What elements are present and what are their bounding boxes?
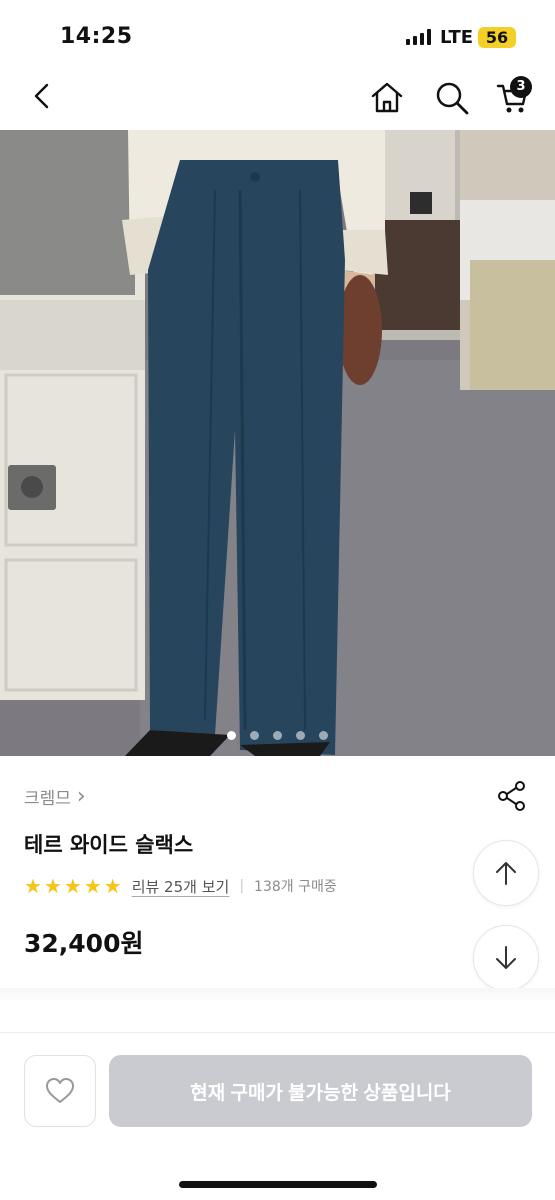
gallery-dot[interactable] — [319, 731, 328, 740]
search-icon[interactable] — [434, 80, 470, 116]
separator: | — [239, 878, 245, 894]
buyer-count: 138개 구매중 — [254, 879, 337, 895]
gallery-dot[interactable] — [273, 731, 282, 740]
chevron-right-icon: › — [76, 783, 86, 809]
brand-link[interactable]: 크렘므 › — [24, 784, 86, 809]
star-icon: ★ — [24, 874, 42, 898]
heart-icon — [46, 1078, 74, 1103]
brand-name: 크렘므 — [24, 789, 71, 809]
wishlist-button[interactable] — [24, 1055, 96, 1127]
scroll-down-button[interactable] — [473, 925, 539, 991]
rating-row: ★ ★ ★ ★ ★ 리뷰 25개 보기 | 138개 구매중 — [24, 875, 337, 897]
star-icon: ★ — [103, 874, 122, 898]
purchase-unavailable-button[interactable]: 현재 구매가 불가능한 상품입니다 — [109, 1055, 532, 1127]
nav-bar — [0, 70, 555, 130]
star-icon: ★ — [83, 874, 102, 898]
rating-stars: ★ ★ ★ ★ ★ — [24, 875, 122, 897]
cart-count-badge: 3 — [510, 76, 532, 98]
back-icon[interactable] — [28, 82, 56, 110]
status-time: 14:25 — [60, 24, 133, 49]
network-label: LTE — [440, 27, 474, 48]
gallery-pagination — [0, 731, 555, 740]
star-icon: ★ — [63, 874, 82, 898]
arrow-down-icon — [496, 946, 516, 969]
share-icon[interactable] — [496, 780, 528, 812]
star-icon: ★ — [43, 874, 62, 898]
status-bar: 14:25 LTE 56 — [0, 0, 555, 70]
section-divider — [0, 988, 555, 1000]
signal-icon — [406, 29, 431, 45]
product-title: 테르 와이드 슬랙스 — [24, 833, 194, 857]
battery-icon: 56 — [478, 27, 516, 48]
product-image[interactable] — [0, 130, 555, 756]
home-icon[interactable] — [369, 80, 405, 116]
gallery-dot[interactable] — [250, 731, 259, 740]
gallery-dot[interactable] — [296, 731, 305, 740]
review-link[interactable]: 리뷰 25개 보기 — [132, 876, 230, 897]
home-indicator[interactable] — [179, 1181, 377, 1188]
product-price: 32,400원 — [24, 929, 144, 958]
scroll-up-button[interactable] — [473, 840, 539, 906]
arrow-up-icon — [496, 862, 516, 885]
gallery-dot[interactable] — [227, 731, 236, 740]
